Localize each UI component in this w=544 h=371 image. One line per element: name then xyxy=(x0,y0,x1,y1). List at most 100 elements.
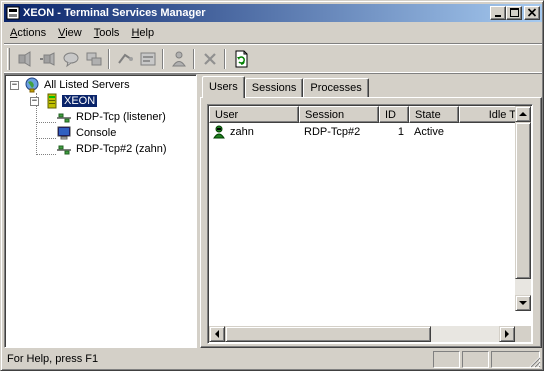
column-header-session[interactable]: Session xyxy=(299,106,379,123)
cell-session: RDP-Tcp#2 xyxy=(304,126,361,138)
table-row[interactable]: zahn RDP-Tcp#2 1 Active xyxy=(209,124,519,140)
tree-node-all-servers[interactable]: − All Listed Servers xyxy=(10,77,132,93)
refresh-icon xyxy=(235,50,247,68)
status-pane xyxy=(433,351,460,368)
menu-actions[interactable]: Actions xyxy=(4,27,52,39)
scroll-corner xyxy=(515,326,531,342)
tab-sessions-label: Sessions xyxy=(251,82,297,94)
tree-node-session[interactable]: Console xyxy=(56,125,118,141)
scroll-left-button[interactable] xyxy=(209,326,225,342)
message-icon xyxy=(63,52,78,68)
menu-view-label: View xyxy=(58,26,82,39)
terminal-services-icon xyxy=(6,6,20,20)
menu-tools[interactable]: Tools xyxy=(88,27,126,39)
menu-bar: Actions View Tools Help xyxy=(4,23,542,42)
menu-actions-label: Actions xyxy=(10,26,47,39)
logoff-icon xyxy=(171,51,186,67)
main-window: XEON - Terminal Services Manager Actions… xyxy=(0,0,544,371)
window-title: XEON - Terminal Services Manager xyxy=(23,7,206,19)
session-label: RDP-Tcp#2 (zahn) xyxy=(76,143,167,155)
status-button[interactable] xyxy=(136,48,159,70)
toolbar-grip[interactable] xyxy=(7,48,10,70)
status-bar: For Help, press F1 xyxy=(4,350,542,369)
tree-server-label: XEON xyxy=(60,94,99,108)
arrow-left-icon xyxy=(215,330,219,338)
menu-tools-label: Tools xyxy=(93,26,120,39)
remote-control-icon xyxy=(86,52,101,66)
horizontal-scrollbar[interactable] xyxy=(209,326,515,342)
toolbar xyxy=(4,43,542,73)
list-header: User Session ID State Idle T xyxy=(209,106,519,123)
column-header-label: User xyxy=(215,109,239,121)
tab-content: User Session ID State Idle T zahn RDP-Tc… xyxy=(200,97,542,348)
tree-node-server[interactable]: − XEON xyxy=(30,93,99,109)
send-message-button[interactable] xyxy=(13,48,36,70)
disconnect-icon xyxy=(203,53,216,65)
close-button[interactable] xyxy=(524,6,540,20)
column-header-user[interactable]: User xyxy=(209,106,299,123)
tree-node-session[interactable]: RDP-Tcp (listener) xyxy=(56,109,168,125)
detail-panel: Users Sessions Processes User Session ID… xyxy=(200,74,542,348)
scroll-down-button[interactable] xyxy=(515,295,531,311)
maximize-button[interactable] xyxy=(506,6,522,20)
menu-view[interactable]: View xyxy=(52,27,88,39)
cell-user: zahn xyxy=(209,125,299,139)
globe-server-icon xyxy=(25,77,39,93)
message-button[interactable] xyxy=(59,48,82,70)
column-header-label: Idle T xyxy=(488,109,516,121)
send-message-icon xyxy=(18,51,30,67)
connect-icon xyxy=(39,52,54,66)
tab-users-label: Users xyxy=(209,81,238,93)
server-icon xyxy=(47,93,57,109)
tab-strip: Users Sessions Processes xyxy=(202,76,369,98)
network-icon xyxy=(57,145,71,155)
status-pane xyxy=(462,351,489,368)
column-header-label: Session xyxy=(305,109,345,121)
scroll-up-button[interactable] xyxy=(515,106,531,122)
user-icon xyxy=(213,125,225,139)
menu-help[interactable]: Help xyxy=(125,27,160,39)
cell-state: Active xyxy=(414,126,444,138)
title-bar[interactable]: XEON - Terminal Services Manager xyxy=(4,4,542,22)
logoff-button[interactable] xyxy=(167,48,190,70)
session-label: RDP-Tcp (listener) xyxy=(76,111,166,123)
tab-processes-label: Processes xyxy=(310,82,362,94)
refresh-button[interactable] xyxy=(229,48,252,70)
menu-help-label: Help xyxy=(131,26,155,39)
connect-button[interactable] xyxy=(36,48,59,70)
users-list[interactable]: User Session ID State Idle T zahn RDP-Tc… xyxy=(207,104,533,344)
session-label: Console xyxy=(76,127,117,139)
cell-id: 1 xyxy=(397,126,404,138)
minimize-button[interactable] xyxy=(490,6,506,20)
reset-icon xyxy=(117,53,133,64)
column-header-label: ID xyxy=(385,109,396,121)
tab-sessions[interactable]: Sessions xyxy=(244,78,304,98)
tab-users[interactable]: Users xyxy=(202,76,245,98)
arrow-up-icon xyxy=(519,112,527,116)
vertical-scroll-thumb[interactable] xyxy=(515,122,531,279)
network-icon xyxy=(57,113,71,123)
reset-button[interactable] xyxy=(113,48,136,70)
horizontal-scroll-thumb[interactable] xyxy=(225,326,431,342)
remote-control-button[interactable] xyxy=(82,48,105,70)
collapse-toggle[interactable]: − xyxy=(10,80,19,90)
tab-processes[interactable]: Processes xyxy=(303,78,369,98)
column-header-idle-time[interactable]: Idle T xyxy=(459,106,519,123)
column-header-state[interactable]: State xyxy=(409,106,459,123)
resize-grip-icon[interactable] xyxy=(529,356,541,368)
tree-node-session[interactable]: RDP-Tcp#2 (zahn) xyxy=(56,141,168,157)
server-tree[interactable]: − All Listed Servers − XEON RDP-Tcp (lis… xyxy=(4,74,197,348)
tree-root-label: All Listed Servers xyxy=(44,79,130,91)
column-header-id[interactable]: ID xyxy=(379,106,409,123)
arrow-right-icon xyxy=(505,330,509,338)
collapse-toggle[interactable]: − xyxy=(30,96,39,106)
status-text: For Help, press F1 xyxy=(7,353,99,365)
disconnect-button[interactable] xyxy=(198,48,221,70)
scroll-right-button[interactable] xyxy=(499,326,515,342)
column-header-label: State xyxy=(415,109,441,121)
monitor-icon xyxy=(57,126,71,140)
arrow-down-icon xyxy=(519,301,527,305)
status-icon xyxy=(140,52,155,66)
user-name: zahn xyxy=(230,126,254,138)
vertical-scrollbar[interactable] xyxy=(515,106,531,311)
